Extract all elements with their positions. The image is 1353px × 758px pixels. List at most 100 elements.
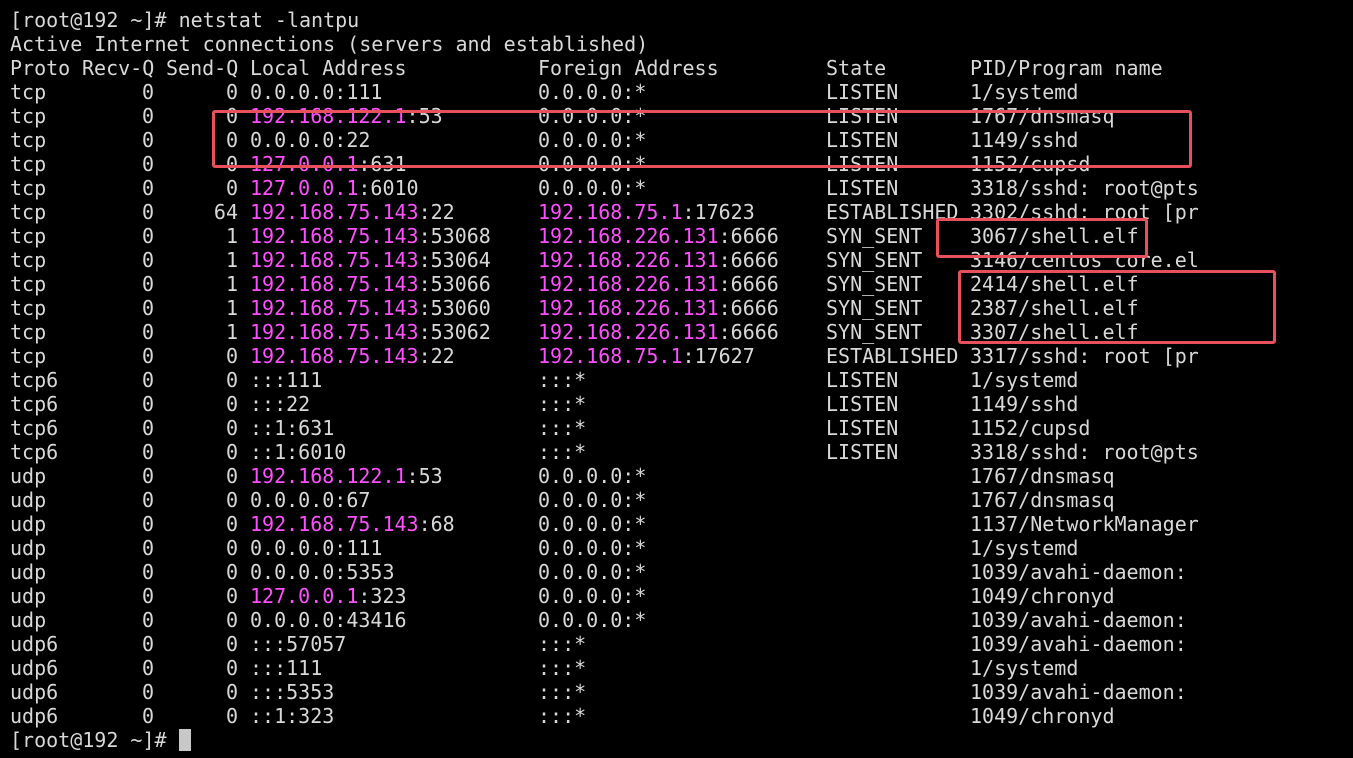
foreign-port: :::* <box>538 416 587 440</box>
local-port: :323 <box>358 584 407 608</box>
foreign-port: :* <box>622 584 647 608</box>
recv-q-cell: 0 <box>142 584 155 608</box>
local-port: :::5353 <box>250 680 335 704</box>
program-cell: 1152/cupsd <box>970 416 1091 440</box>
send-q-cell: 0 <box>225 416 238 440</box>
send-q-cell: 64 <box>213 200 238 224</box>
foreign-port: :::* <box>538 392 587 416</box>
foreign-address-cell: 192.168.226.131:6666 <box>538 224 779 248</box>
program-cell: 3318/sshd: root@pts <box>970 440 1199 464</box>
local-address-cell: 192.168.75.143:53060 <box>250 296 491 320</box>
foreign-address-cell: 0.0.0.0:* <box>538 464 646 488</box>
proto-cell: tcp <box>10 224 47 248</box>
state-cell: LISTEN <box>826 176 899 200</box>
foreign-port: :17627 <box>682 344 755 368</box>
local-address-cell: :::5353 <box>250 680 334 704</box>
proto-cell: udp6 <box>10 680 59 704</box>
terminal-window[interactable]: [root@192 ~]# netstat -lantpu Active Int… <box>0 0 1353 758</box>
foreign-port: :::* <box>538 632 587 656</box>
program-cell: 1767/dnsmasq <box>970 488 1115 512</box>
proto-cell: tcp <box>10 80 47 104</box>
foreign-ip: 0.0.0.0 <box>538 488 623 512</box>
foreign-ip: 192.168.226.131 <box>538 248 719 272</box>
foreign-address-cell: 0.0.0.0:* <box>538 176 646 200</box>
local-address-cell: 0.0.0.0:67 <box>250 488 370 512</box>
local-port: :::57057 <box>250 632 347 656</box>
proto-cell: udp <box>10 536 47 560</box>
summary-line: Active Internet connections (servers and… <box>10 32 649 56</box>
foreign-address-cell: 192.168.75.1:17623 <box>538 200 755 224</box>
state-cell: SYN_SENT <box>826 296 923 320</box>
header-foreign-address: Foreign Address <box>538 56 719 80</box>
local-ip: 192.168.75.143 <box>250 344 419 368</box>
recv-q-cell: 0 <box>142 104 155 128</box>
send-q-cell: 1 <box>225 224 238 248</box>
foreign-ip: 0.0.0.0 <box>538 608 623 632</box>
state-cell: LISTEN <box>826 392 899 416</box>
recv-q-cell: 0 <box>142 248 155 272</box>
recv-q-cell: 0 <box>142 632 155 656</box>
state-cell: LISTEN <box>826 80 899 104</box>
local-address-cell: 192.168.75.143:68 <box>250 512 455 536</box>
local-ip: 192.168.75.143 <box>250 200 419 224</box>
local-port: :::22 <box>250 392 311 416</box>
recv-q-cell: 0 <box>142 392 155 416</box>
table-row: tcp 0 0 192.168.75.143:22 192.168.75.1:17627… <box>0 344 1353 368</box>
proto-cell: udp <box>10 560 47 584</box>
foreign-address-cell: 0.0.0.0:* <box>538 584 646 608</box>
send-q-cell: 0 <box>225 608 238 632</box>
table-row: udp6 0 0:::111:::* 1/systemd <box>0 656 1353 680</box>
table-header: Proto Recv-Q Send-Q Local Address Foreig… <box>0 56 1353 80</box>
program-cell: 1039/avahi-daemon: <box>970 680 1187 704</box>
proto-cell: udp <box>10 584 47 608</box>
table-row: udp 0 0 127.0.0.1:323 0.0.0.0:* 1049/chronyd <box>0 584 1353 608</box>
foreign-port: :* <box>622 512 647 536</box>
foreign-address-cell: :::* <box>538 680 586 704</box>
foreign-port: :* <box>622 464 647 488</box>
table-row: udp 0 0 0.0.0.0:5353 0.0.0.0:* 1039/avahi-dae… <box>0 560 1353 584</box>
foreign-address-cell: :::* <box>538 416 586 440</box>
table-row: udp 0 0 0.0.0.0:67 0.0.0.0:* 1767/dnsmasq <box>0 488 1353 512</box>
program-cell: 3317/sshd: root [pr <box>970 344 1199 368</box>
foreign-port: :* <box>622 536 647 560</box>
local-ip: 0.0.0.0 <box>250 608 335 632</box>
table-row: tcp 0 0 0.0.0.0:111 0.0.0.0:* LISTEN 1/systemd <box>0 80 1353 104</box>
local-address-cell: ::1:323 <box>250 704 334 728</box>
foreign-address-cell: 192.168.75.1:17627 <box>538 344 755 368</box>
local-address-cell: 0.0.0.0:111 <box>250 80 382 104</box>
annotation-box-shell-elf-group <box>958 270 1276 344</box>
foreign-ip: 192.168.75.1 <box>538 200 683 224</box>
foreign-port: :* <box>622 80 647 104</box>
foreign-port: :::* <box>538 680 587 704</box>
recv-q-cell: 0 <box>142 464 155 488</box>
program-cell: 1049/chronyd <box>970 704 1115 728</box>
program-cell: 3318/sshd: root@pts <box>970 176 1199 200</box>
recv-q-cell: 0 <box>142 368 155 392</box>
send-q-cell: 0 <box>225 536 238 560</box>
local-address-cell: :::57057 <box>250 632 346 656</box>
command-line: [root@192 ~]# netstat -lantpu <box>10 8 359 32</box>
foreign-ip: 0.0.0.0 <box>538 536 623 560</box>
proto-cell: tcp6 <box>10 440 59 464</box>
local-ip: 192.168.75.143 <box>250 296 419 320</box>
prompt-line[interactable]: [root@192 ~]# <box>10 728 191 752</box>
local-port: :22 <box>418 344 455 368</box>
local-port: :68 <box>418 512 455 536</box>
local-ip: 0.0.0.0 <box>250 80 335 104</box>
local-port: :53 <box>406 464 443 488</box>
state-cell: ESTABLISHED <box>826 344 959 368</box>
proto-cell: tcp <box>10 104 47 128</box>
send-q-cell: 1 <box>225 248 238 272</box>
local-address-cell: ::1:6010 <box>250 440 346 464</box>
local-port: ::1:631 <box>250 416 335 440</box>
foreign-ip: 192.168.226.131 <box>538 296 719 320</box>
proto-cell: tcp <box>10 320 47 344</box>
recv-q-cell: 0 <box>142 176 155 200</box>
foreign-ip: 0.0.0.0 <box>538 560 623 584</box>
local-port: :67 <box>334 488 371 512</box>
foreign-port: :6666 <box>718 320 779 344</box>
local-port: :::111 <box>250 368 323 392</box>
local-port: ::1:6010 <box>250 440 347 464</box>
send-q-cell: 0 <box>225 392 238 416</box>
header-state: State <box>826 56 887 80</box>
